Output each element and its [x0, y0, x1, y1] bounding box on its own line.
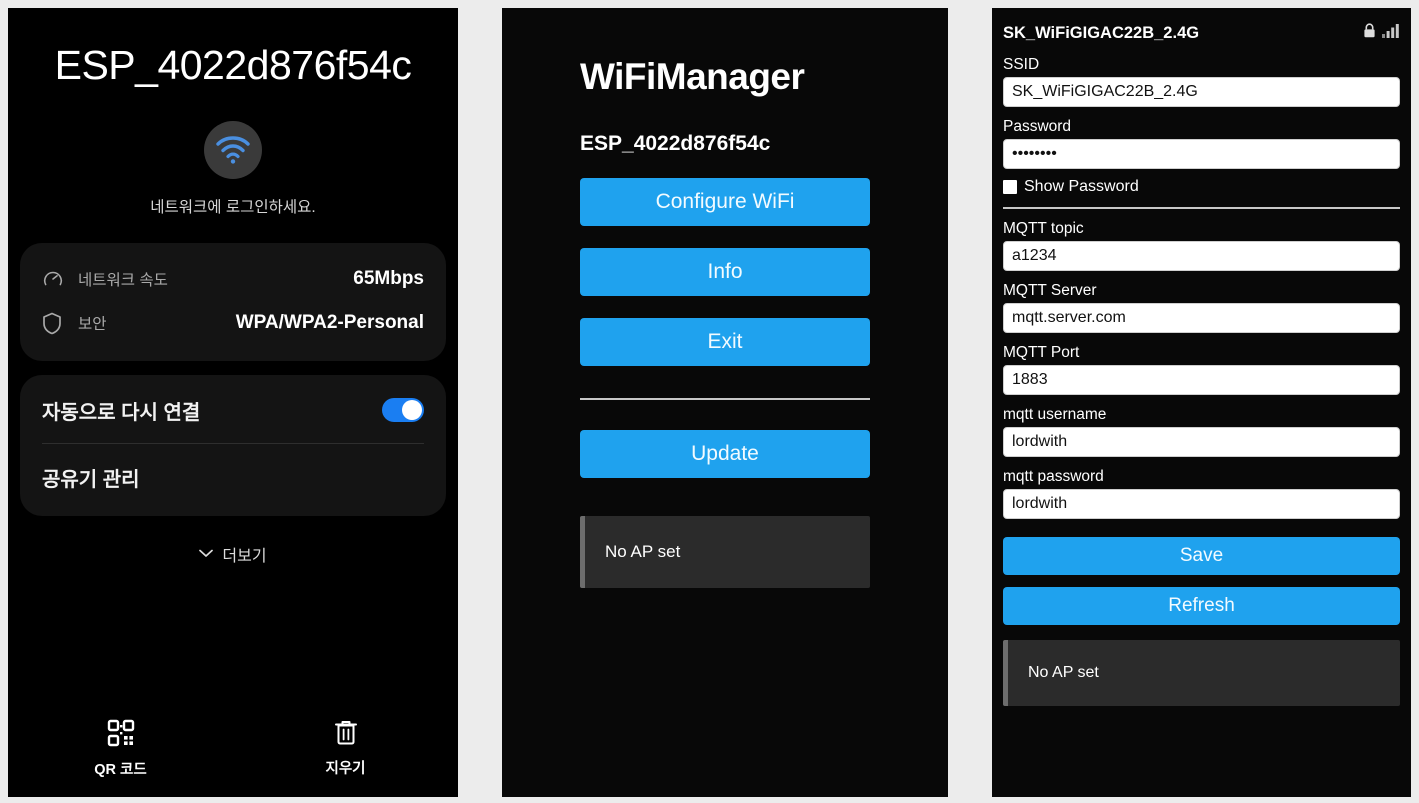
- mqtt-password-label: mqtt password: [1003, 468, 1104, 485]
- security-row: 보안 WPA/WPA2-Personal: [42, 301, 424, 345]
- save-button[interactable]: Save: [1003, 537, 1400, 575]
- qr-code-icon: [107, 719, 135, 751]
- network-speed-row: 네트워크 속도 65Mbps: [42, 257, 424, 301]
- network-speed-value: 65Mbps: [353, 268, 424, 289]
- network-info-card: 네트워크 속도 65Mbps 보안 WPA/WPA2-Personal: [20, 243, 446, 361]
- status-message: No AP set: [580, 516, 870, 588]
- router-management-label: 공유기 관리: [42, 468, 140, 491]
- refresh-button[interactable]: Refresh: [1003, 587, 1400, 625]
- mqtt-server-input[interactable]: [1003, 303, 1400, 333]
- mqtt-password-input[interactable]: [1003, 489, 1400, 519]
- ssid-label: SSID: [1003, 56, 1040, 73]
- network-speed-label: 네트워크 속도: [78, 272, 168, 289]
- show-password-row[interactable]: Show Password: [1003, 178, 1400, 196]
- toggle-knob: [402, 400, 422, 420]
- page-title: ESP_4022d876f54c: [54, 42, 412, 88]
- shield-icon: [42, 311, 70, 335]
- password-label: Password: [1003, 118, 1072, 135]
- screenshot-stage: ESP_4022d876f54c 네트워크에 로그인하세요. 네트워크 속도 6…: [0, 0, 1419, 803]
- show-password-label: Show Password: [1024, 178, 1139, 195]
- forget-network-button[interactable]: 지우기: [233, 719, 458, 779]
- selected-network-header[interactable]: SK_WiFiGIGAC22B_2.4G: [1003, 21, 1400, 45]
- qr-code-button[interactable]: QR 코드: [8, 719, 233, 779]
- wifi-icon: [204, 121, 262, 179]
- login-prompt: 네트워크에 로그인하세요.: [150, 199, 316, 216]
- chevron-down-icon: [199, 545, 214, 563]
- android-wifi-detail-panel: ESP_4022d876f54c 네트워크에 로그인하세요. 네트워크 속도 6…: [8, 8, 458, 797]
- mqtt-topic-input[interactable]: [1003, 241, 1400, 271]
- security-label: 보안: [78, 316, 107, 333]
- wifimanager-config-panel: SK_WiFiGIGAC22B_2.4G SSID SK_WiFiGIGAC22…: [992, 8, 1411, 797]
- mqtt-port-label: MQTT Port: [1003, 344, 1080, 361]
- speedometer-icon: [42, 267, 70, 291]
- show-more-label: 더보기: [222, 548, 267, 565]
- wifimanager-subtitle: ESP_4022d876f54c: [580, 132, 771, 155]
- forget-network-label: 지우기: [325, 761, 366, 777]
- mqtt-username-input[interactable]: [1003, 427, 1400, 457]
- wifimanager-home-panel: WiFiManager ESP_4022d876f54c Configure W…: [502, 8, 948, 797]
- qr-code-label: QR 코드: [94, 762, 147, 778]
- section-divider: [580, 398, 870, 400]
- form-divider: [1003, 207, 1400, 209]
- lock-icon: [1363, 23, 1376, 43]
- security-value: WPA/WPA2-Personal: [235, 312, 424, 333]
- mqtt-topic-label: MQTT topic: [1003, 220, 1084, 237]
- auto-reconnect-row[interactable]: 자동으로 다시 연결: [42, 377, 424, 443]
- configure-wifi-button[interactable]: Configure WiFi: [580, 178, 870, 226]
- trash-icon: [334, 719, 358, 750]
- signal-bars-icon: [1382, 23, 1400, 43]
- mqtt-username-label: mqtt username: [1003, 406, 1107, 423]
- auto-reconnect-toggle[interactable]: [382, 398, 424, 422]
- bottom-action-bar: QR 코드 지우기: [8, 719, 458, 779]
- auto-reconnect-label: 자동으로 다시 연결: [42, 401, 201, 424]
- info-button[interactable]: Info: [580, 248, 870, 296]
- router-management-row[interactable]: 공유기 관리: [42, 444, 424, 510]
- update-button[interactable]: Update: [580, 430, 870, 478]
- show-password-checkbox[interactable]: [1003, 180, 1017, 194]
- status-message: No AP set: [1003, 640, 1400, 706]
- mqtt-port-input[interactable]: [1003, 365, 1400, 395]
- password-input[interactable]: [1003, 139, 1400, 169]
- selected-network-ssid: SK_WiFiGIGAC22B_2.4G: [1003, 23, 1200, 42]
- show-more-button[interactable]: 더보기: [8, 542, 458, 566]
- ssid-input[interactable]: [1003, 77, 1400, 107]
- mqtt-server-label: MQTT Server: [1003, 282, 1097, 299]
- exit-button[interactable]: Exit: [580, 318, 870, 366]
- wifimanager-title: WiFiManager: [580, 56, 805, 97]
- network-settings-card: 자동으로 다시 연결 공유기 관리: [20, 375, 446, 516]
